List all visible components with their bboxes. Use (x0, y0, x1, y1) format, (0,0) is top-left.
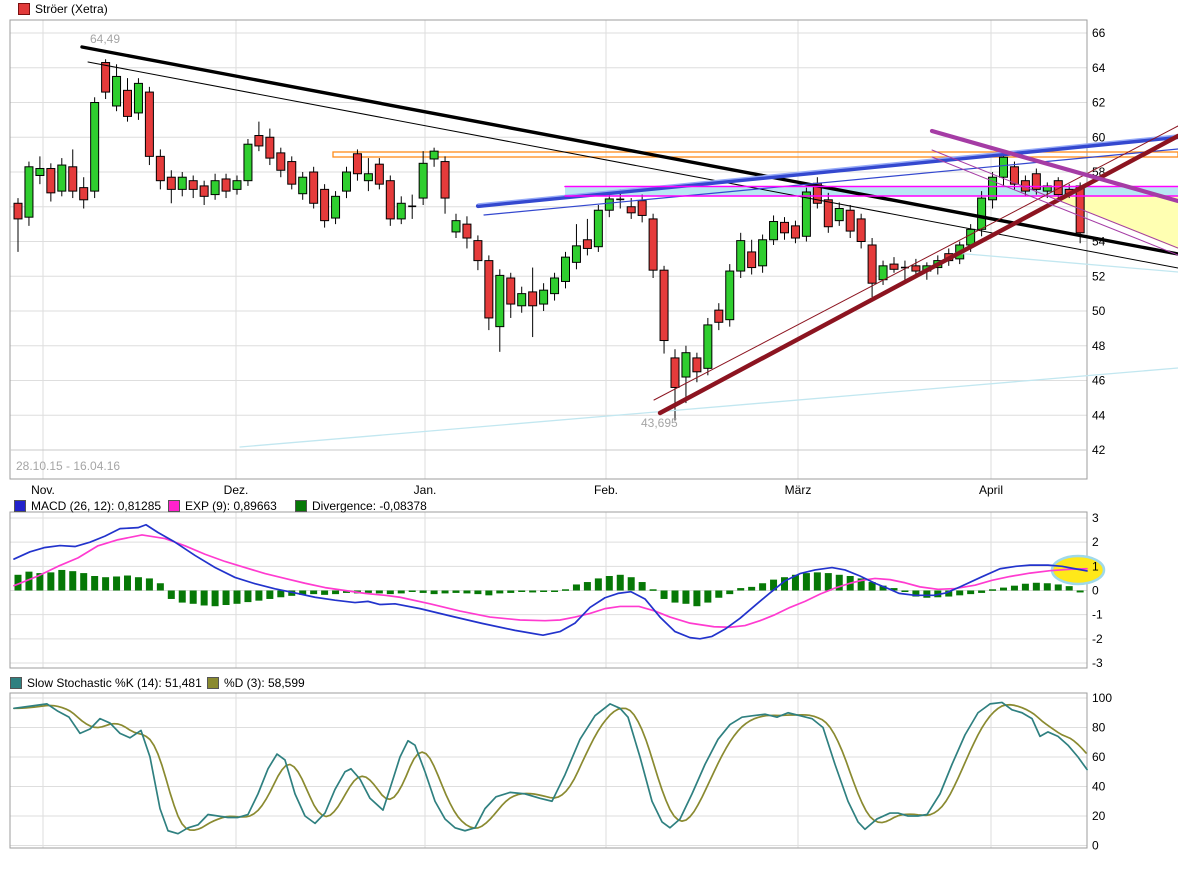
month-label-april: April (967, 483, 1015, 497)
stoch-k-legend-item: Slow Stochastic %K (14): 51,481 (10, 676, 202, 690)
stoch-d-legend-label: %D (3): 58,599 (224, 676, 305, 690)
stochastic-legend: Slow Stochastic %K (14): 51,481 %D (3): … (0, 676, 1178, 689)
svg-text:-3: -3 (1092, 656, 1103, 670)
svg-text:64: 64 (1092, 61, 1106, 75)
month-label-dez: Dez. (212, 483, 260, 497)
svg-text:0: 0 (1092, 584, 1099, 598)
svg-text:1: 1 (1092, 559, 1099, 573)
exp-legend-label: EXP (9): 0,89663 (185, 499, 277, 513)
month-label-jan: Jan. (401, 483, 449, 497)
month-label-feb: Feb. (582, 483, 630, 497)
svg-text:44: 44 (1092, 408, 1106, 422)
candlestick-series (14, 59, 1084, 420)
macd-legend-label: MACD (26, 12): 0,81285 (31, 499, 161, 513)
macd-legend: MACD (26, 12): 0,81285 EXP (9): 0,89663 … (0, 499, 1178, 512)
month-label-märz: März (774, 483, 822, 497)
svg-text:2: 2 (1092, 535, 1099, 549)
chart-canvas: 666462605856545250484644423210-1-2-31008… (0, 0, 1178, 874)
svg-text:62: 62 (1092, 96, 1106, 110)
series-legend-icon (18, 3, 30, 15)
trend-lines (82, 47, 1178, 447)
exp-legend-item: EXP (9): 0,89663 (168, 499, 277, 513)
svg-text:0: 0 (1092, 839, 1099, 853)
stochastic-lines (14, 702, 1087, 833)
page-title: Ströer (Xetra) (35, 2, 108, 16)
stoch-d-legend-item: %D (3): 58,599 (207, 676, 305, 690)
exp-swatch-icon (168, 500, 180, 512)
macd-legend-item: MACD (26, 12): 0,81285 (14, 499, 161, 513)
svg-text:50: 50 (1092, 304, 1106, 318)
month-axis: Nov. Dez. Jan. Feb. März April (0, 483, 1178, 497)
svg-text:40: 40 (1092, 780, 1106, 794)
svg-text:3: 3 (1092, 511, 1099, 525)
stoch-k-legend-label: Slow Stochastic %K (14): 51,481 (27, 676, 202, 690)
svg-text:20: 20 (1092, 809, 1106, 823)
title-bar: Ströer (Xetra) (18, 2, 108, 16)
svg-text:60: 60 (1092, 750, 1106, 764)
stock-chart-page: Ströer (Xetra) 6664626058565452504846444… (0, 0, 1178, 874)
low-annotation: 43,695 (641, 416, 678, 430)
main-price-panel (10, 20, 1087, 479)
svg-text:80: 80 (1092, 721, 1106, 735)
stochastic-panel (10, 693, 1087, 848)
divergence-swatch-icon (295, 500, 307, 512)
svg-text:-1: -1 (1092, 608, 1103, 622)
divergence-legend-item: Divergence: -0,08378 (295, 499, 427, 513)
stoch-k-swatch-icon (10, 677, 22, 689)
svg-text:48: 48 (1092, 339, 1106, 353)
svg-text:100: 100 (1092, 691, 1112, 705)
stoch-d-swatch-icon (207, 677, 219, 689)
svg-text:66: 66 (1092, 26, 1106, 40)
month-label-nov: Nov. (19, 483, 67, 497)
macd-panel-axis: 3 2 1 0 -1 -2 -3 (1092, 511, 1103, 670)
high-annotation: 64,49 (90, 32, 120, 46)
divergence-legend-label: Divergence: -0,08378 (312, 499, 427, 513)
svg-text:-2: -2 (1092, 632, 1103, 646)
svg-text:42: 42 (1092, 443, 1106, 457)
date-range-label: 28.10.15 - 16.04.16 (16, 459, 120, 473)
stochastic-panel-axis: 100 80 60 40 20 0 (1092, 691, 1112, 853)
macd-swatch-icon (14, 500, 26, 512)
svg-text:52: 52 (1092, 269, 1106, 283)
